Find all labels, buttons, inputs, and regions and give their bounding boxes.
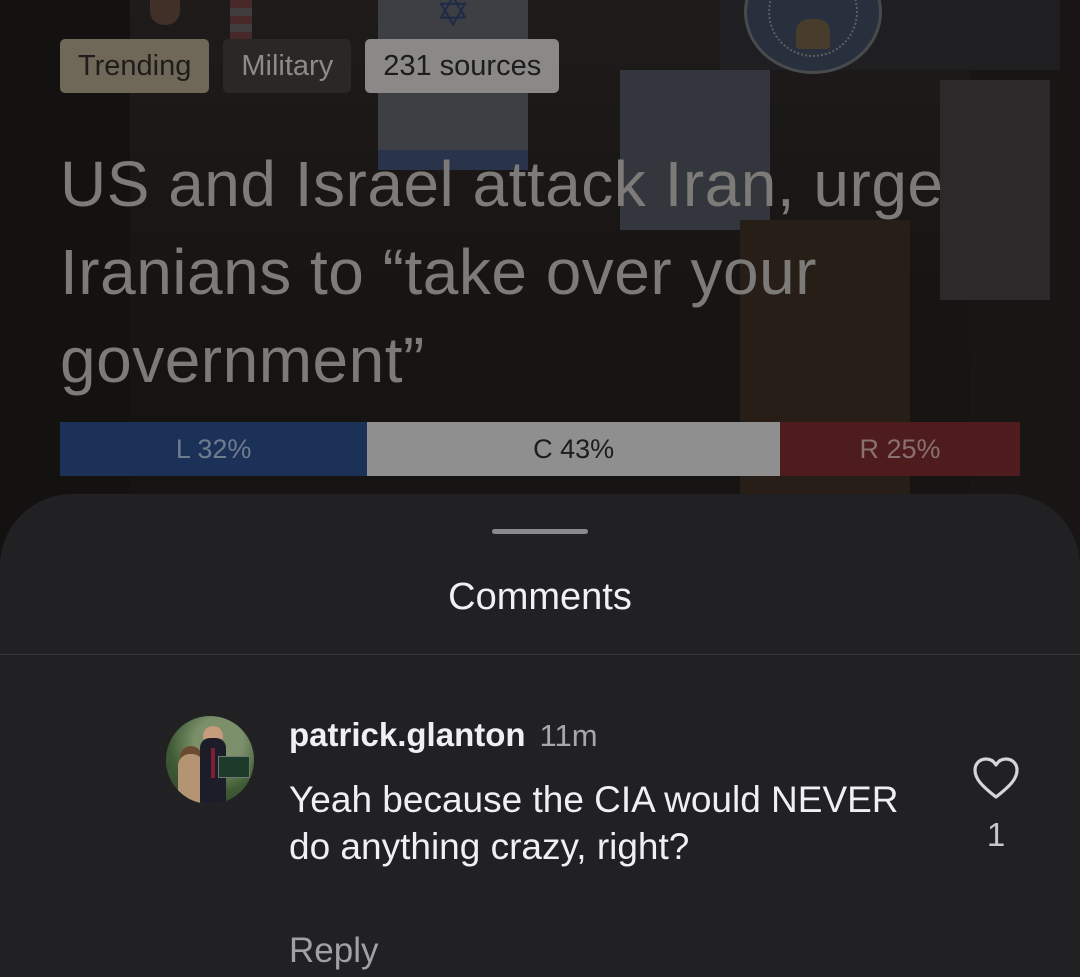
avatar[interactable] [166, 716, 254, 804]
divider [0, 654, 1080, 655]
story-headline: US and Israel attack Iran, urge Iranians… [60, 148, 944, 396]
sheet-drag-handle[interactable] [492, 529, 588, 534]
reply-button[interactable]: Reply [289, 928, 378, 974]
heart-outline-icon [973, 757, 1019, 799]
tag-trending[interactable]: Trending [60, 39, 210, 93]
sources-count-badge[interactable]: 231 sources [365, 39, 560, 93]
comment-item: patrick.glanton 11m Yeah because the CIA… [0, 716, 1080, 977]
comments-sheet: Comments patrick.glanton 11m Yeah becaus… [0, 494, 1080, 977]
comments-title: Comments [448, 576, 632, 618]
bias-distribution-bar: L 32% C 43% R 25% [60, 422, 1020, 476]
comment-author[interactable]: patrick.glanton [289, 716, 526, 754]
bias-left-segment: L 32% [60, 422, 368, 476]
screen: ✡ Trending Military 231 sources US and I… [0, 0, 1080, 977]
bias-right-segment: R 25% [779, 422, 1020, 476]
comment-timestamp: 11m [539, 718, 598, 753]
story-tags: Trending Military 231 sources [60, 39, 560, 93]
comment-text: Yeah because the CIA would NEVER do anyt… [289, 779, 899, 867]
heart-outline-icon[interactable] [972, 756, 1020, 804]
tag-category[interactable]: Military [223, 39, 352, 93]
bias-center-segment: C 43% [367, 422, 780, 476]
comment-meta: patrick.glanton 11m [289, 716, 598, 756]
like-count: 1 [986, 816, 1006, 853]
